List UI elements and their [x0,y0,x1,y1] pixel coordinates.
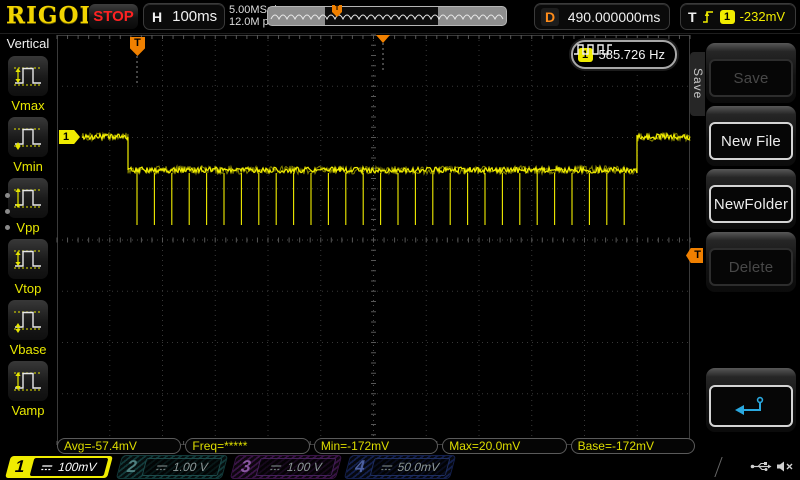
channel-1-label[interactable]: 1 100mV [5,456,113,478]
channel-2-label[interactable]: 2 1.00 V [117,456,227,478]
waveform-display: T 1 T 1 585.726 Hz [56,34,703,446]
channel-scale: 100mV [56,460,99,474]
trigger-level-value: -232mV [739,9,786,24]
run-state-indicator: STOP [89,4,138,29]
memory-position-strip[interactable]: T [268,5,506,25]
trigger-source-badge: 1 [719,9,735,24]
measure-item-vbase[interactable]: Vbase [0,300,56,359]
measurement-results-bar: Avg=-57.4mV Freq=***** Min=-172mV Max=20… [57,438,696,454]
channel-3-label[interactable]: 3 1.00 V [231,456,341,478]
left-measure-menu: Vertical Vmax Vmin Vpp Vtop Vbase Vamp [0,33,56,455]
dc-coupling-icon [156,464,168,470]
waveform-canvas [56,34,691,446]
menu-title-tab: Save [690,52,705,116]
d-label: D [541,7,560,26]
measure-item-vtop[interactable]: Vtop [0,239,56,298]
channel-scale: 1.00 V [285,460,324,474]
new-file-button[interactable]: New File [709,122,793,160]
vmin-icon [8,117,48,157]
rigol-logo: RIGOL [6,2,97,29]
softkey-new-folder[interactable]: NewFolder [706,169,796,229]
measure-item-label: Vmin [13,159,43,174]
horizontal-timebase-box[interactable]: H 100ms [144,4,224,29]
measure-item-vamp[interactable]: Vamp [0,361,56,420]
memory-waveform-thumbnail [270,14,504,21]
measure-item-label: Vbase [9,342,47,357]
channel-scale: 50.0mV [395,460,442,474]
save-button[interactable]: Save [709,59,793,97]
softkey-save[interactable]: Save [706,43,796,103]
softkey-delete[interactable]: Delete [706,232,796,292]
rising-edge-icon [702,11,713,23]
t-label: T [688,8,697,25]
measure-item-label: Vpp [16,220,40,235]
measurement-freq[interactable]: Freq=***** [185,438,310,454]
trigger-status-box[interactable]: T 1 -232mV [681,4,795,29]
speaker-muted-icon [777,461,793,472]
window-center-marker [376,35,390,43]
usb-icon [750,462,772,471]
divider [702,457,723,477]
timebase-value: 100ms [172,8,218,25]
page-indicator-dot [5,209,10,214]
measure-item-label: Vamp [11,403,45,418]
pulse-train-icon [573,44,612,55]
measure-item-label: Vmax [11,98,45,113]
frequency-counter: 1 585.726 Hz [570,40,677,69]
h-label: H [152,8,163,25]
back-button[interactable] [709,385,793,427]
vmax-icon [8,56,48,96]
softkey-new-file[interactable]: New File [706,106,796,166]
vbase-icon [8,300,48,340]
page-indicator-dot [5,225,10,230]
dc-coupling-icon [41,464,54,470]
page-indicator-dot [5,193,10,198]
delay-value: 490.000000ms [567,8,661,25]
channel-status-bar: 1 100mV 2 1.00 V 3 1.00 V 4 50.0mV [0,455,800,480]
measure-item-vmin[interactable]: Vmin [0,117,56,176]
vamp-icon [8,361,48,401]
dc-coupling-icon [270,464,282,470]
new-folder-button[interactable]: NewFolder [709,185,793,223]
channel-scale: 1.00 V [171,460,210,474]
top-status-bar: RIGOL STOP H 100ms 5.00MSa/s 12.0M pts T… [0,0,800,34]
return-arrow-icon [735,396,764,415]
dc-coupling-icon [381,464,393,470]
measurement-avg[interactable]: Avg=-57.4mV [57,438,182,454]
delay-box[interactable]: D 490.000000ms [535,4,669,29]
measure-item-vmax[interactable]: Vmax [0,56,56,115]
delete-button[interactable]: Delete [709,248,793,286]
softkey-menu: Save New File NewFolder Delete [704,36,798,456]
softkey-back[interactable] [706,368,796,432]
measurement-min[interactable]: Min=-172mV [313,438,439,454]
left-menu-title: Vertical [6,36,50,51]
channel-4-label[interactable]: 4 50.0mV [345,456,455,478]
vtop-icon [8,239,48,279]
vpp-icon [8,178,48,218]
measurement-base[interactable]: Base=-172mV [570,438,696,454]
measurement-max[interactable]: Max=20.0mV [442,438,567,454]
measure-item-label: Vtop [14,281,42,296]
